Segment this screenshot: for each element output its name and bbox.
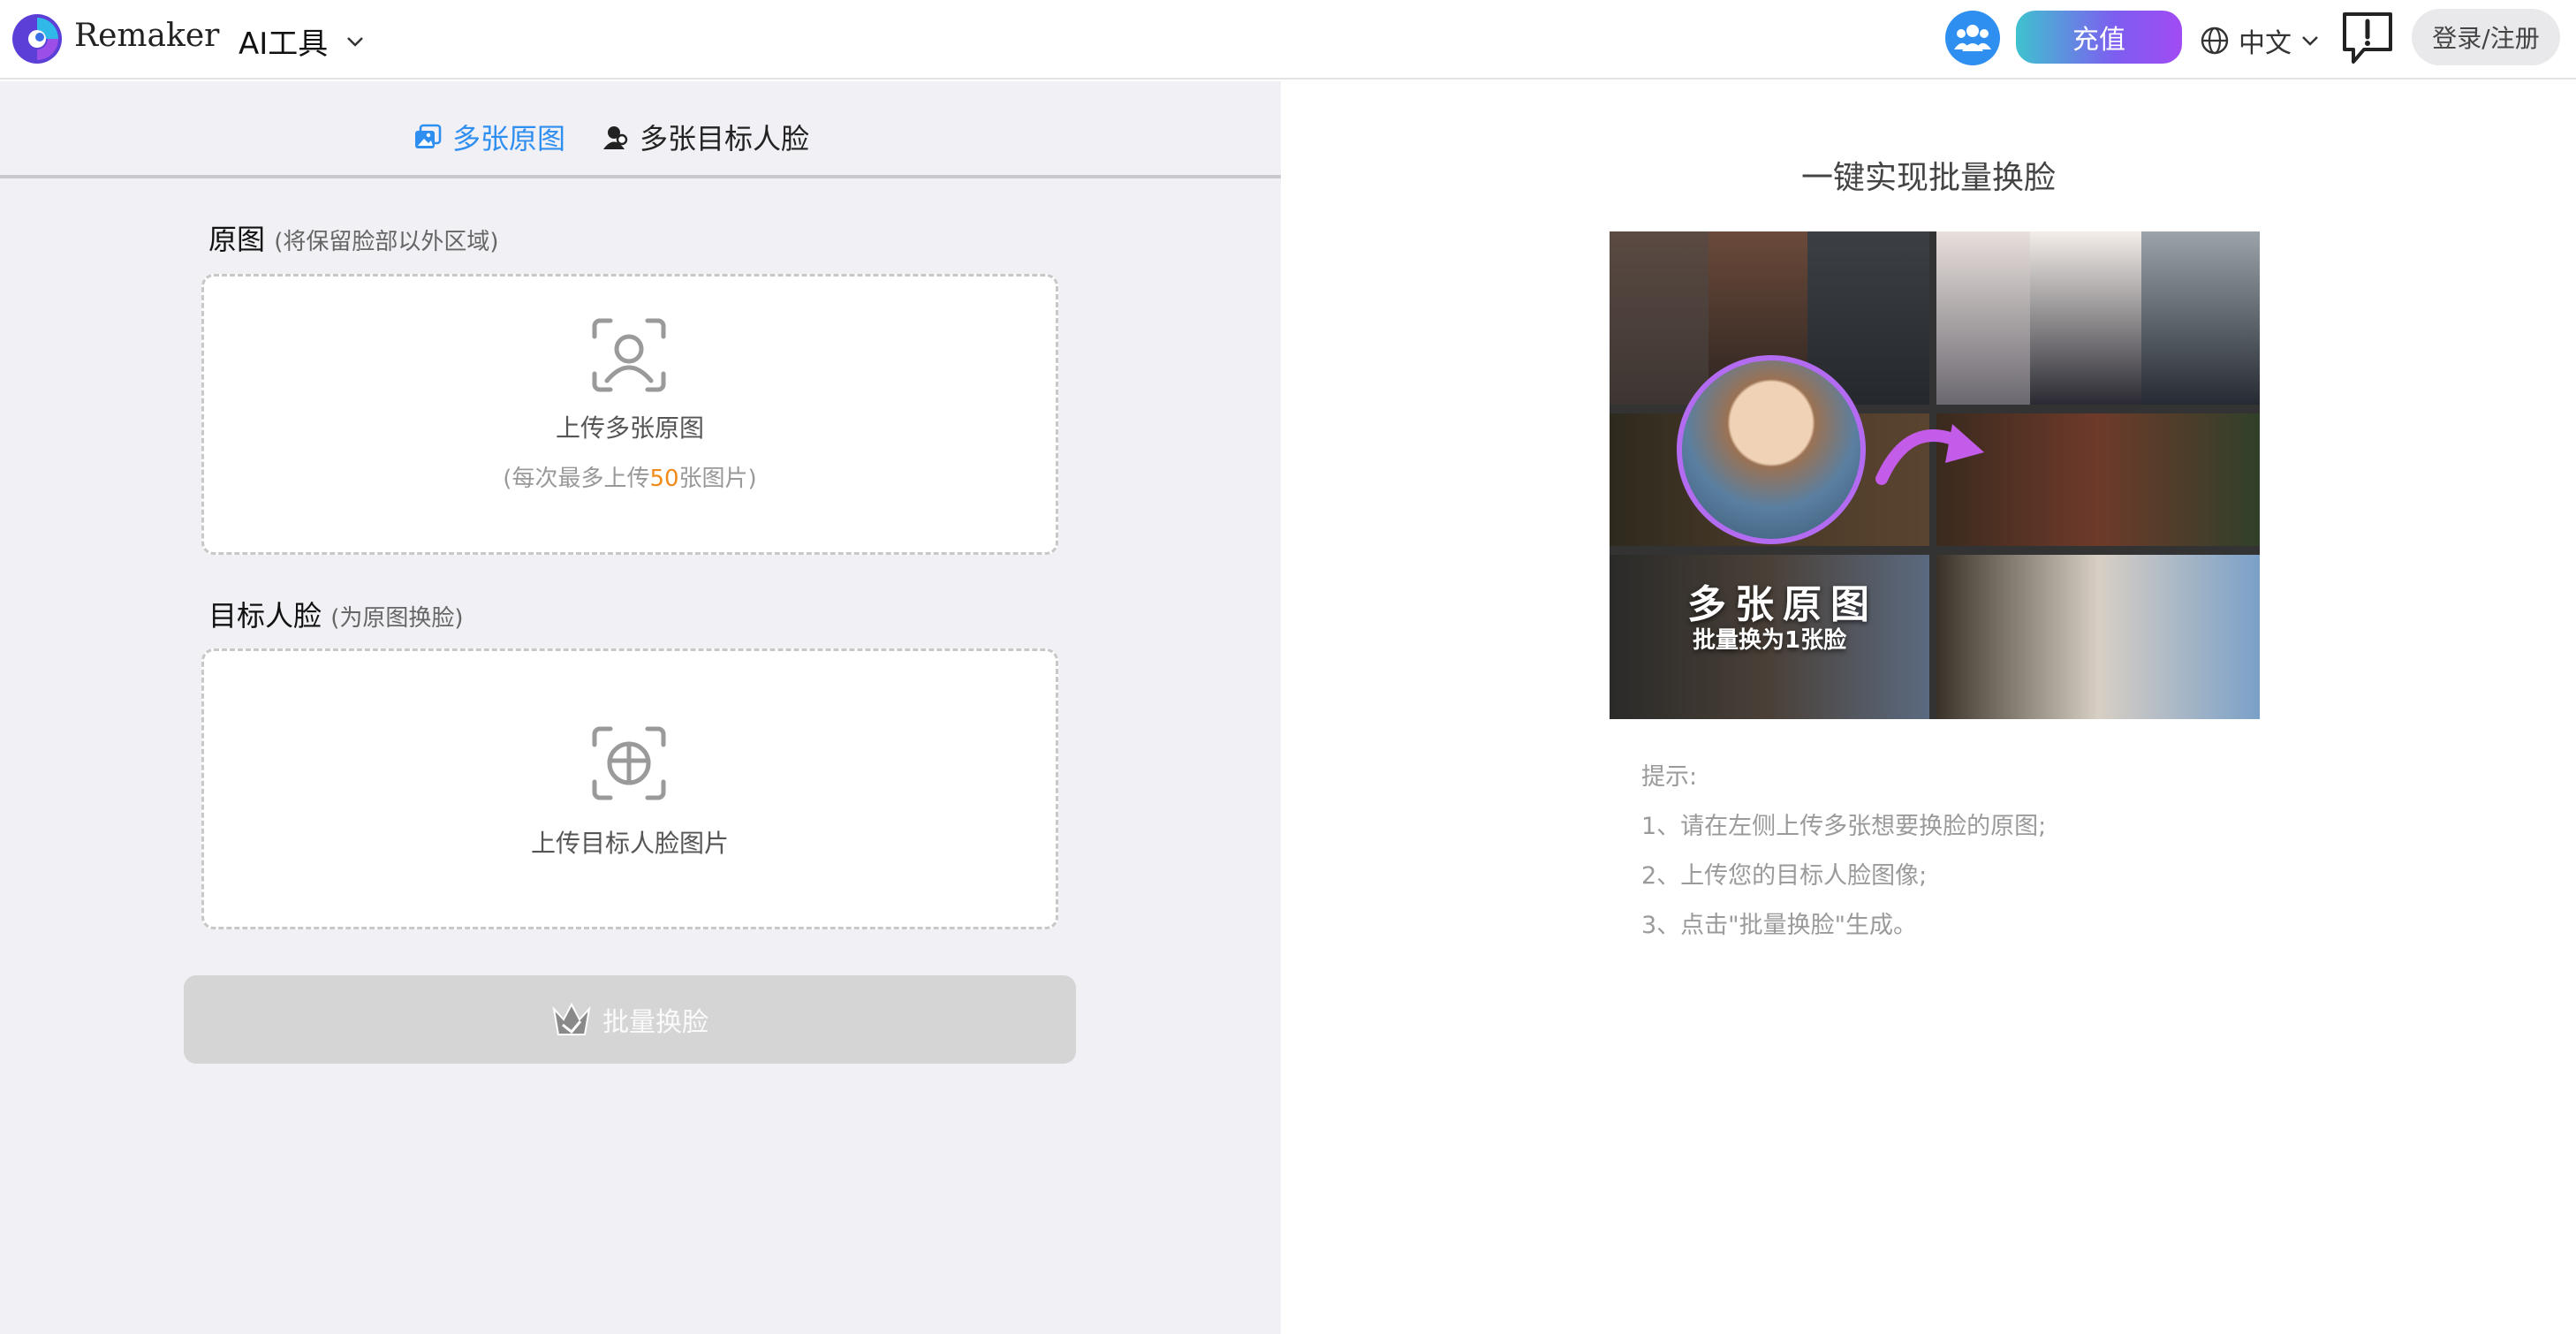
demo-small-caption: 批量换为1张脸 (1693, 627, 1847, 654)
arrow-icon (1875, 424, 1984, 485)
mode-tabs: 多张原图 多张目标人脸 (0, 81, 1281, 178)
chevron-down-icon (2302, 36, 2318, 46)
demo-big-caption: 多张原图 (1687, 582, 1878, 627)
feedback-icon[interactable] (2341, 11, 2394, 65)
source-upload-label: 上传多张原图 (555, 413, 704, 443)
chevron-down-icon (347, 36, 364, 47)
language-label: 中文 (2239, 28, 2292, 59)
tab-label: 多张目标人脸 (640, 122, 810, 155)
target-upload-label: 上传目标人脸图片 (530, 829, 729, 858)
tab-multiple-source[interactable]: 多张原图 (413, 117, 565, 157)
source-upload-dropzone[interactable]: 上传多张原图 (每次最多上传50张图片) (201, 274, 1058, 555)
max-upload-count: 50 (649, 466, 679, 492)
batch-button-label: 批量换脸 (602, 1007, 708, 1038)
tips-heading: 提示: (1641, 763, 1698, 791)
images-icon (415, 124, 442, 148)
source-section-note: (将保留脸部以外区域) (274, 229, 499, 255)
target-section-note: (为原图换脸) (330, 605, 464, 632)
tip-item: 2、上传您的目标人脸图像; (1641, 862, 1928, 890)
top-navbar: Remaker AI工具 充值 中文 登录/注册 (0, 0, 2576, 80)
tip-item: 3、点击"批量换脸"生成。 (1641, 912, 1918, 939)
crown-icon (552, 1002, 591, 1035)
source-section-title: 原图 (将保留脸部以外区域) (208, 223, 499, 256)
language-selector[interactable]: 中文 (2200, 21, 2320, 60)
tab-label: 多张原图 (452, 122, 566, 155)
recharge-button[interactable]: 充值 (2016, 11, 2182, 64)
face-target-upload-icon (592, 726, 666, 800)
brand-name[interactable]: Remaker (74, 18, 219, 54)
source-upload-hint: (每次最多上传50张图片) (503, 466, 757, 492)
target-section-title: 目标人脸 (为原图换脸) (208, 599, 464, 633)
user-face-icon (603, 126, 628, 149)
tip-item: 1、请在左侧上传多张想要换脸的原图; (1641, 813, 2047, 840)
right-panel: 一键实现批量换脸 多张原图 批量换为1张脸 提示: 1、请在左侧上传多张想要换脸… (1281, 81, 2576, 1334)
login-register-button[interactable]: 登录/注册 (2412, 9, 2560, 65)
globe-icon (2201, 27, 2229, 55)
left-panel: 多张原图 多张目标人脸 原图 (将保留脸部以外区域) 上传多张原图 (每次最多上… (0, 81, 1281, 1334)
users-group-icon (1954, 25, 1991, 51)
face-scan-upload-icon (592, 318, 666, 392)
ai-tools-menu[interactable]: AI工具 (239, 19, 365, 63)
tips-list: 提示: 1、请在左侧上传多张想要换脸的原图; 2、上传您的目标人脸图像; 3、点… (1641, 753, 2046, 951)
demo-image: 多张原图 批量换为1张脸 (1610, 231, 2260, 719)
community-button[interactable] (1945, 11, 2000, 65)
intro-title: 一键实现批量换脸 (1800, 160, 2056, 196)
batch-face-swap-button[interactable]: 批量换脸 (184, 975, 1076, 1064)
tab-multiple-target-faces[interactable]: 多张目标人脸 (602, 117, 809, 157)
target-face-sample (1677, 355, 1866, 544)
ai-tools-label: AI工具 (239, 27, 329, 62)
target-face-upload-dropzone[interactable]: 上传目标人脸图片 (201, 648, 1058, 929)
remaker-logo-icon[interactable] (11, 12, 64, 65)
